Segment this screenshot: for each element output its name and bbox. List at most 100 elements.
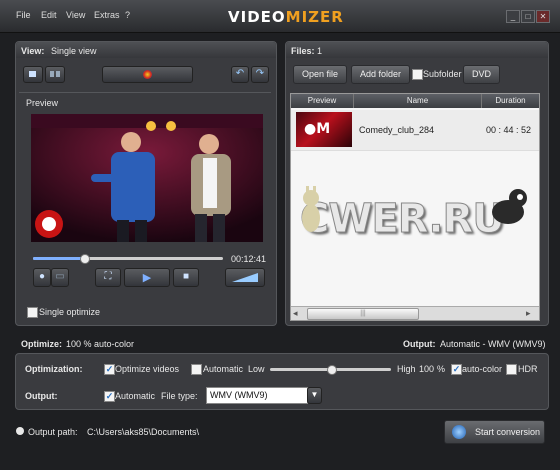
start-conversion-label: Start conversion	[475, 427, 541, 437]
compare-icon: ▭	[55, 271, 65, 282]
optimize-videos-checkbox[interactable]: ✓	[104, 364, 115, 375]
scroll-right-icon[interactable]: ▸	[526, 308, 536, 318]
output-status-value: Automatic - WMV (WMV9)	[440, 339, 546, 349]
file-type-label: File type:	[161, 391, 198, 401]
column-name[interactable]: Name	[354, 94, 482, 108]
subfolder-label: Subfolder	[423, 69, 462, 79]
scroll-left-icon[interactable]: ◂	[293, 308, 303, 318]
output-automatic-label: Automatic	[115, 391, 156, 401]
rotate-right-icon: ↷	[255, 68, 265, 79]
file-type-dropdown-button[interactable]: ▼	[307, 387, 322, 404]
scroll-thumb[interactable]: |||	[307, 308, 419, 320]
menu-file[interactable]: File	[16, 10, 31, 20]
output-automatic-checkbox[interactable]: ✓	[104, 391, 115, 402]
hdr-label: HDR	[518, 364, 538, 374]
optimization-automatic-label: Automatic	[203, 364, 244, 374]
slider-low-label: Low	[248, 364, 265, 374]
title-bar: File Edit View Extras ? VIDEOMIZER _ □ ✕	[0, 0, 560, 33]
rotate-left-button[interactable]: ↶	[231, 66, 249, 83]
subfolder-checkbox[interactable]	[412, 69, 423, 80]
rotate-right-button[interactable]: ↷	[251, 66, 269, 83]
output-path-bullet-icon	[16, 427, 24, 435]
close-button[interactable]: ✕	[536, 10, 550, 23]
slider-percent-unit: %	[437, 364, 446, 374]
options-panel: Optimization: ✓ Optimize videos Automati…	[15, 353, 549, 410]
watermark-mascot-left	[302, 186, 320, 232]
slider-high-label: High	[397, 364, 416, 374]
menu-extras[interactable]: Extras	[94, 10, 120, 20]
preview-frame-image	[31, 114, 263, 242]
seek-track[interactable]	[33, 254, 223, 264]
watermark-mascot-right	[492, 189, 527, 224]
split-view-button[interactable]	[45, 66, 65, 83]
column-preview[interactable]: Preview	[291, 94, 354, 108]
single-optimize-checkbox[interactable]	[27, 307, 38, 318]
volume-button[interactable]	[225, 268, 265, 287]
watermark: CWER.RU	[300, 196, 506, 243]
files-label: Files:	[291, 46, 315, 56]
menu-view[interactable]: View	[66, 10, 85, 20]
single-optimize-label: Single optimize	[39, 307, 101, 317]
horizontal-scrollbar[interactable]: ◂ ||| ▸	[291, 306, 539, 320]
color-palette-button[interactable]	[102, 66, 193, 83]
rotate-left-icon: ↶	[235, 68, 245, 79]
chevron-down-icon: ▼	[310, 390, 319, 399]
file-type-select[interactable]: WMV (WMV9)	[206, 387, 308, 404]
optimize-videos-label: Optimize videos	[115, 364, 180, 374]
stop-button[interactable]: ■	[173, 268, 199, 287]
color-palette-icon	[143, 70, 152, 79]
compare-button[interactable]: ▭	[51, 268, 69, 287]
seek-fill	[33, 257, 85, 260]
single-view-button[interactable]	[23, 66, 43, 83]
optimization-label: Optimization:	[25, 364, 83, 374]
convert-icon	[452, 425, 466, 439]
add-folder-button[interactable]: Add folder	[351, 65, 410, 84]
status-bar: Optimize: 100 % auto-color Output: Autom…	[15, 337, 547, 351]
split-view-icon	[50, 71, 54, 77]
minimize-button[interactable]: _	[506, 10, 520, 23]
play-icon: ▶	[142, 272, 152, 284]
start-conversion-button[interactable]: Start conversion	[444, 420, 545, 444]
output-path-value[interactable]: C:\Users\aks85\Documents\	[87, 427, 199, 437]
column-duration[interactable]: Duration	[482, 94, 539, 108]
play-button[interactable]: ▶	[124, 268, 170, 287]
optimization-slider[interactable]	[270, 365, 391, 375]
row-thumbnail: ●M	[296, 112, 352, 147]
files-count: 1	[317, 46, 323, 56]
auto-color-label: auto-color	[462, 364, 503, 374]
app-logo: VIDEOMIZER	[228, 8, 344, 26]
playback-time: 00:12:41	[231, 254, 267, 264]
table-row[interactable]: ●M Comedy_club_284 00 : 44 : 52	[291, 110, 539, 151]
optimize-value: 100 % auto-color	[66, 339, 135, 349]
volume-icon	[232, 273, 258, 282]
row-duration: 00 : 44 : 52	[486, 125, 532, 135]
view-label: View:	[21, 46, 45, 56]
stop-icon: ■	[182, 271, 190, 282]
logo-video-text: VIDEO	[228, 8, 286, 26]
open-file-button[interactable]: Open file	[293, 65, 347, 84]
menu-edit[interactable]: Edit	[41, 10, 57, 20]
menu-help[interactable]: ?	[125, 10, 130, 20]
camera-icon: ●	[38, 271, 46, 282]
slider-percent-value: 100	[419, 364, 435, 374]
dvd-button[interactable]: DVD	[463, 65, 500, 84]
output-label: Output:	[25, 391, 58, 401]
output-status-label: Output:	[403, 339, 436, 349]
optimization-automatic-checkbox[interactable]	[191, 364, 202, 375]
maximize-button[interactable]: □	[521, 10, 535, 23]
fullscreen-icon: ⛶	[104, 271, 112, 282]
hdr-checkbox[interactable]	[506, 364, 517, 375]
preview-video	[31, 114, 263, 242]
optimize-label: Optimize:	[21, 339, 63, 349]
optimization-slider-thumb[interactable]	[326, 365, 337, 375]
files-panel-header	[286, 42, 548, 58]
logo-mizer-text: MIZER	[285, 8, 344, 26]
view-value: Single view	[51, 46, 97, 56]
preview-label: Preview	[26, 98, 59, 108]
fullscreen-button[interactable]: ⛶	[95, 268, 121, 287]
auto-color-checkbox[interactable]: ✓	[451, 364, 462, 375]
output-path-label: Output path:	[28, 427, 78, 437]
snapshot-button[interactable]: ●	[33, 268, 51, 287]
single-view-icon	[29, 71, 36, 77]
divider	[19, 92, 271, 93]
